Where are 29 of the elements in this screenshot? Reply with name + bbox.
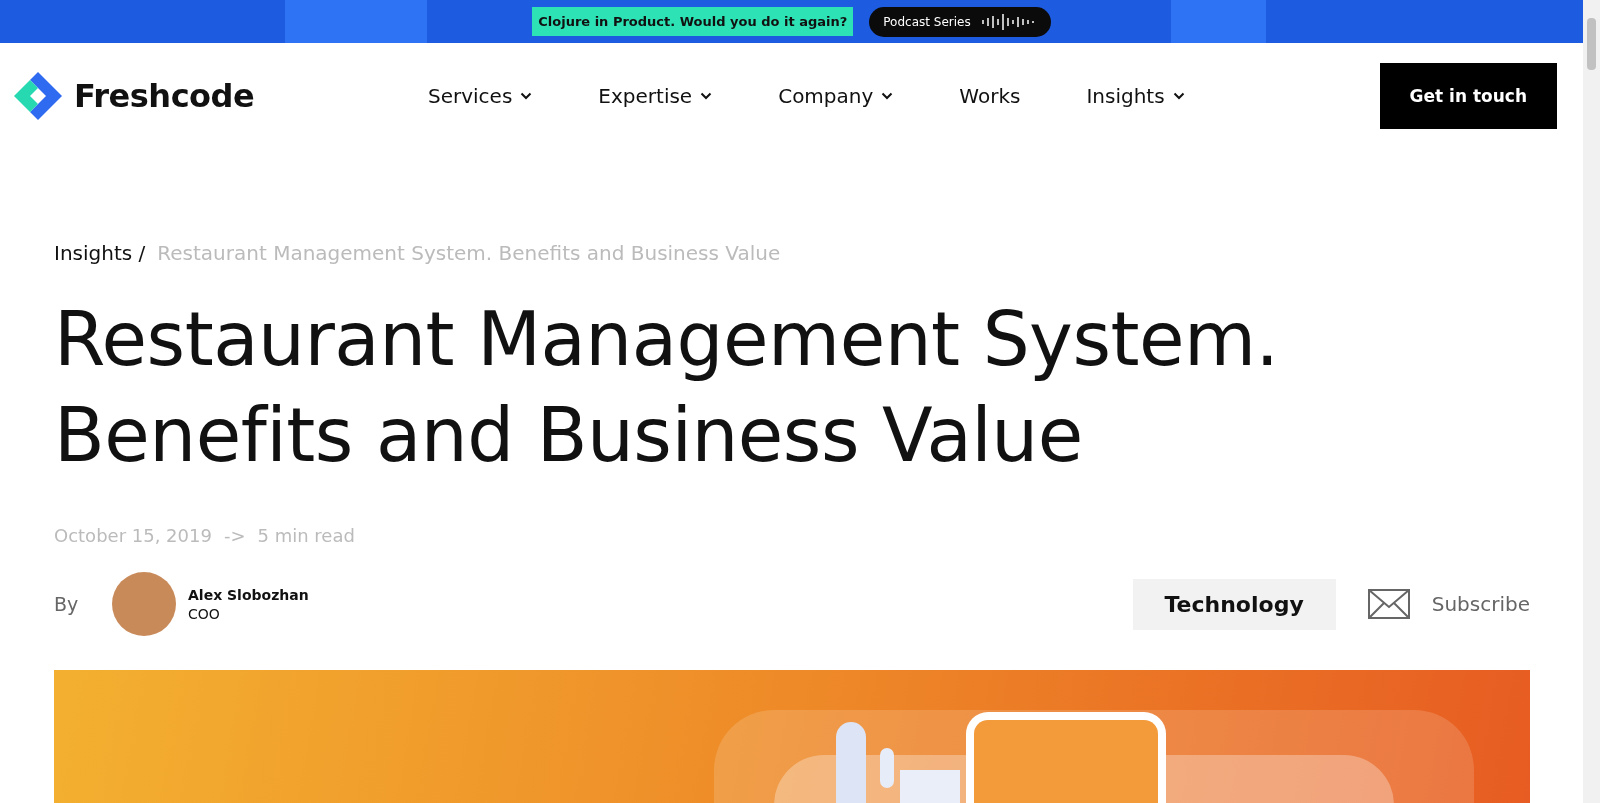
chevron-down-icon — [520, 92, 533, 100]
sound-wave-icon — [980, 13, 1037, 30]
podcast-button[interactable]: Podcast Series — [869, 6, 1051, 37]
logo-icon[interactable] — [12, 70, 64, 122]
article-title: Benefits and Business Value — [54, 391, 1083, 480]
nav-link[interactable]: Expertise — [598, 84, 713, 108]
publish-date: October 15, 2019 — [54, 525, 212, 546]
logo-wordmark[interactable]: Freshcode — [74, 77, 255, 115]
breadcrumb-current: Restaurant Management System. Benefits and Business Value — [157, 241, 781, 265]
chevron-down-icon — [1172, 92, 1185, 100]
envelope-icon — [1367, 589, 1410, 619]
scrollbar[interactable] — [1583, 0, 1600, 803]
author-role: COO — [188, 605, 221, 622]
promo-link[interactable]: Clojure in Product. Would you do it again? — [532, 7, 854, 36]
article-title: Restaurant Management System. — [54, 295, 1279, 384]
author-name: Alex Slobozhan — [188, 586, 309, 603]
read-time: 5 min read — [257, 525, 355, 546]
arrow-separator: -> — [223, 525, 246, 546]
nav-link[interactable]: Insights — [1086, 84, 1185, 108]
get-in-touch-button[interactable]: Get in touch — [1379, 63, 1557, 129]
category-tag[interactable]: Technology — [1132, 578, 1336, 630]
nav-link[interactable]: Services — [428, 84, 533, 108]
nav-link[interactable]: Company — [778, 84, 894, 108]
chevron-down-icon — [700, 92, 713, 100]
chevron-down-icon — [881, 92, 894, 100]
breadcrumb-link[interactable]: Insights / — [54, 241, 146, 265]
subscribe-link[interactable]: Subscribe — [1367, 589, 1530, 619]
by-label: By — [54, 593, 80, 615]
nav-link[interactable]: Works — [959, 84, 1021, 108]
